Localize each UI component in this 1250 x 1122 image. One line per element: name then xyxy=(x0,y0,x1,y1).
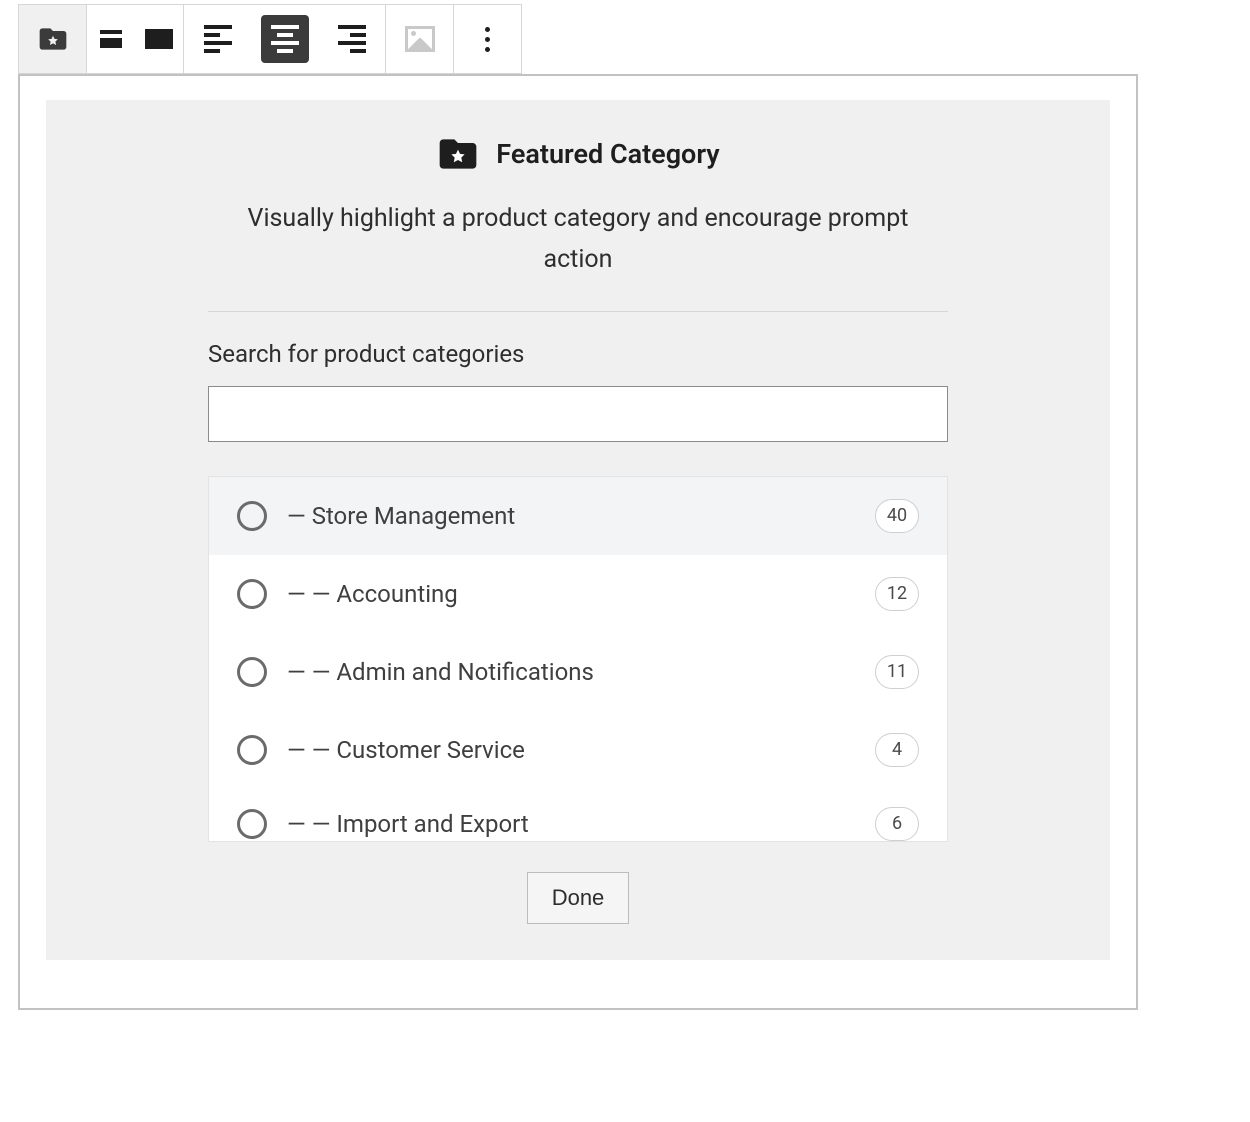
divider xyxy=(208,311,948,312)
featured-category-placeholder: Featured Category Visually highlight a p… xyxy=(46,100,1110,960)
featured-category-icon xyxy=(436,132,480,176)
radio-icon xyxy=(237,809,267,839)
image-icon xyxy=(405,26,435,52)
half-width-icon xyxy=(100,30,122,48)
category-option[interactable]: — Store Management 40 xyxy=(209,477,947,555)
radio-icon xyxy=(237,657,267,687)
block-title: Featured Category xyxy=(496,138,719,170)
radio-icon xyxy=(237,501,267,531)
featured-category-icon xyxy=(37,23,69,55)
category-count: 11 xyxy=(875,655,919,689)
full-width-icon xyxy=(145,29,173,49)
layout-full-button[interactable] xyxy=(135,5,183,73)
block-panel: Featured Category Visually highlight a p… xyxy=(18,74,1138,1010)
align-right-button[interactable] xyxy=(318,5,385,73)
more-vertical-icon xyxy=(485,27,490,52)
align-center-button[interactable] xyxy=(251,5,318,73)
media-button[interactable] xyxy=(386,5,453,73)
radio-icon xyxy=(237,735,267,765)
layout-half-button[interactable] xyxy=(87,5,135,73)
done-button[interactable]: Done xyxy=(527,872,630,924)
category-label: — — Admin and Notifications xyxy=(287,658,855,686)
category-count: 6 xyxy=(875,807,919,841)
category-option[interactable]: — — Accounting 12 xyxy=(209,555,947,633)
category-label: — — Accounting xyxy=(287,580,855,608)
category-count: 40 xyxy=(875,499,919,533)
category-count: 4 xyxy=(875,733,919,767)
category-label: — — Import and Export xyxy=(287,810,855,838)
align-left-button[interactable] xyxy=(184,5,251,73)
category-option[interactable]: — — Customer Service 4 xyxy=(209,711,947,789)
more-options-button[interactable] xyxy=(454,5,521,73)
category-search-input[interactable] xyxy=(208,386,948,442)
category-label: — — Customer Service xyxy=(287,736,855,764)
category-option[interactable]: — — Import and Export 6 xyxy=(209,789,947,841)
category-label: — Store Management xyxy=(287,502,855,530)
radio-icon xyxy=(237,579,267,609)
block-type-button[interactable] xyxy=(19,5,86,73)
block-toolbar xyxy=(18,4,556,74)
category-list: — Store Management40— — Accounting12— — … xyxy=(208,476,948,842)
align-left-icon xyxy=(204,25,232,53)
align-center-icon xyxy=(271,25,299,53)
block-description: Visually highlight a product category an… xyxy=(218,198,938,281)
category-option[interactable]: — — Admin and Notifications 11 xyxy=(209,633,947,711)
align-right-icon xyxy=(338,25,366,53)
search-label: Search for product categories xyxy=(208,340,948,368)
category-count: 12 xyxy=(875,577,919,611)
